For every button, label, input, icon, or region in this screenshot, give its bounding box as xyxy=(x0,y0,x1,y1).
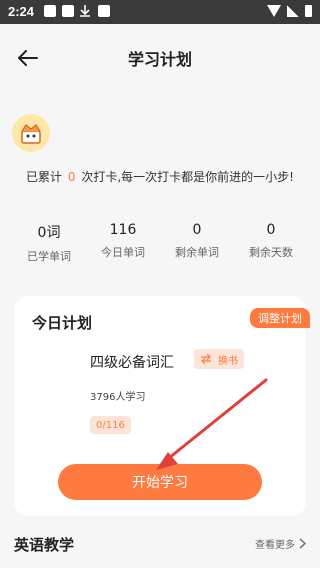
nav-bar: 学习计划 xyxy=(0,24,320,92)
wifi-icon xyxy=(267,5,281,17)
notification-icon xyxy=(98,5,110,17)
page-title: 学习计划 xyxy=(127,50,192,69)
stat-value: 0 xyxy=(266,222,276,238)
notification-icon xyxy=(62,5,74,17)
chevron-right-icon xyxy=(299,538,306,549)
stat-value: 0 xyxy=(192,222,202,238)
battery-icon xyxy=(305,5,312,17)
stat-remaining-words: 0 剩余单词 xyxy=(162,222,232,264)
notification-icon xyxy=(44,5,56,17)
book-name: 四级必备词汇 xyxy=(90,355,174,371)
plan-title: 今日计划 xyxy=(32,314,93,332)
stat-learned: 0词 已学单词 xyxy=(14,222,84,264)
stat-label: 今日单词 xyxy=(101,246,145,259)
adjust-plan-button[interactable]: 调整计划 xyxy=(250,308,310,328)
stat-label: 剩余单词 xyxy=(175,246,219,259)
signal-icon xyxy=(287,5,299,17)
stat-today: 116 今日单词 xyxy=(88,222,158,264)
view-more-label: 查看更多 xyxy=(255,540,295,551)
streak-days: 0 xyxy=(67,170,76,184)
view-more-link[interactable]: 查看更多 xyxy=(255,536,306,551)
stat-label: 剩余天数 xyxy=(249,246,293,259)
streak-suffix: 次打卡,每一次打卡都是你前进的一小步! xyxy=(81,170,294,184)
learner-count: 3796人学习 xyxy=(90,392,146,403)
streak-prefix: 已累计 xyxy=(26,170,63,184)
swap-book-button[interactable]: 换书 xyxy=(194,349,244,369)
swap-icon xyxy=(201,354,211,364)
section-title: 英语教学 xyxy=(14,536,75,554)
swap-book-label: 换书 xyxy=(218,355,238,367)
stat-remaining-days: 0 剩余天数 xyxy=(236,222,306,264)
status-icons xyxy=(267,5,312,17)
download-icon xyxy=(80,5,90,17)
mascot-avatar-icon xyxy=(12,114,50,152)
today-plan-card: 今日计划 调整计划 四级必备词汇 换书 3796人学习 0/116 开始学习 xyxy=(14,296,310,516)
stats-row: 0词 已学单词 116 今日单词 0 剩余单词 0 剩余天数 xyxy=(14,222,306,264)
streak-text: 已累计 0 次打卡,每一次打卡都是你前进的一小步! xyxy=(26,168,294,185)
start-learning-button[interactable]: 开始学习 xyxy=(58,464,262,500)
stat-label: 已学单词 xyxy=(27,250,71,263)
stat-value: 0词 xyxy=(37,225,61,241)
stat-value: 116 xyxy=(109,222,137,238)
status-time: 2:24 xyxy=(8,4,35,19)
status-bar: 2:24 xyxy=(0,0,320,24)
progress-badge: 0/116 xyxy=(90,416,131,434)
